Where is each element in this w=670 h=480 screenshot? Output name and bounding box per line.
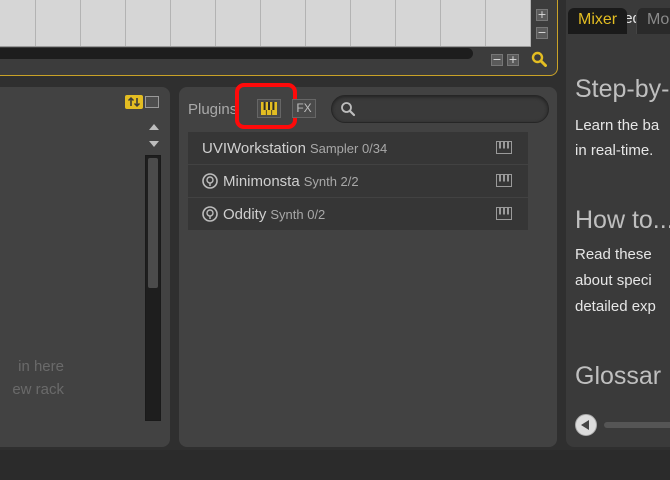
rack-scrollbar[interactable]: [145, 155, 161, 421]
plugin-name: Minimonsta: [223, 172, 300, 190]
plugin-search-input[interactable]: [360, 100, 540, 118]
plugin-row-oddity[interactable]: Oddity Synth 0/2: [188, 198, 528, 230]
help-heading-step-by-step[interactable]: Step-by-: [575, 75, 669, 104]
help-horizontal-scrollbar[interactable]: [604, 422, 670, 428]
scroll-up-arrow-icon[interactable]: [149, 124, 159, 130]
rack-scrollbar-thumb[interactable]: [148, 158, 158, 288]
plugin-row-uviworkstation[interactable]: UVIWorkstation Sampler 0/34: [188, 132, 528, 164]
plugin-name: UVIWorkstation: [202, 139, 306, 157]
rack-hint-line1: in here: [18, 358, 64, 375]
plugin-meta: Synth 2/2: [303, 173, 359, 189]
piano-keys-icon: [496, 141, 512, 154]
magnifier-icon[interactable]: [531, 51, 547, 67]
rack-view-icon[interactable]: [145, 96, 159, 108]
search-icon: [341, 102, 356, 117]
help-text-learn: Learn the ba: [575, 117, 660, 134]
bottom-bar: [0, 450, 670, 480]
help-text-detailed: detailed exp: [575, 298, 656, 315]
plugin-search-box[interactable]: [331, 95, 549, 123]
help-heading-how-to[interactable]: How to...: [575, 206, 670, 235]
power-icon[interactable]: [202, 206, 218, 222]
timeline-horizontal-scrollbar[interactable]: [0, 48, 473, 59]
plugins-panel: Plugins FX UVIWorkstation Sampler 0/34 M…: [179, 83, 557, 447]
help-text-read: Read these: [575, 246, 652, 263]
piano-keys-icon: [496, 174, 512, 187]
fx-filter-button[interactable]: FX: [292, 99, 316, 118]
rack-panel: in here ew rack: [0, 87, 170, 447]
plugin-list: UVIWorkstation Sampler 0/34 Minimonsta S…: [188, 132, 528, 231]
scroll-down-arrow-icon[interactable]: [149, 141, 159, 147]
piano-keys-icon: [496, 207, 512, 220]
help-heading-glossary[interactable]: Glossar: [575, 362, 661, 391]
horizontal-zoom-in-button[interactable]: +: [507, 54, 519, 66]
plugin-meta: Synth 0/2: [270, 206, 326, 222]
timeline-grid[interactable]: [0, 0, 531, 47]
horizontal-zoom-out-button[interactable]: −: [491, 54, 503, 66]
rack-hint-line2: ew rack: [12, 381, 64, 398]
help-text-about: about speci: [575, 272, 652, 289]
tab-more[interactable]: Mo: [636, 8, 670, 34]
tab-mixer[interactable]: Mixer: [568, 8, 628, 34]
back-arrow-icon[interactable]: [575, 414, 597, 436]
power-icon[interactable]: [202, 173, 218, 189]
zoom-in-button[interactable]: +: [536, 9, 548, 21]
zoom-out-button[interactable]: −: [536, 27, 548, 39]
plugin-row-minimonsta[interactable]: Minimonsta Synth 2/2: [188, 165, 528, 197]
timeline-panel: + − − +: [0, 0, 558, 76]
plugin-meta: Sampler 0/34: [309, 140, 388, 156]
highlight-annotation: [235, 83, 297, 129]
plugin-name: Oddity: [223, 205, 267, 223]
swap-arrows-icon[interactable]: [125, 95, 143, 109]
plugins-title: Plugins: [188, 101, 238, 118]
help-panel: organized. Step-by- Learn the ba in real…: [566, 0, 670, 447]
rack-drop-hint: in here ew rack: [0, 355, 64, 401]
help-text-realtime: in real-time.: [575, 142, 654, 159]
